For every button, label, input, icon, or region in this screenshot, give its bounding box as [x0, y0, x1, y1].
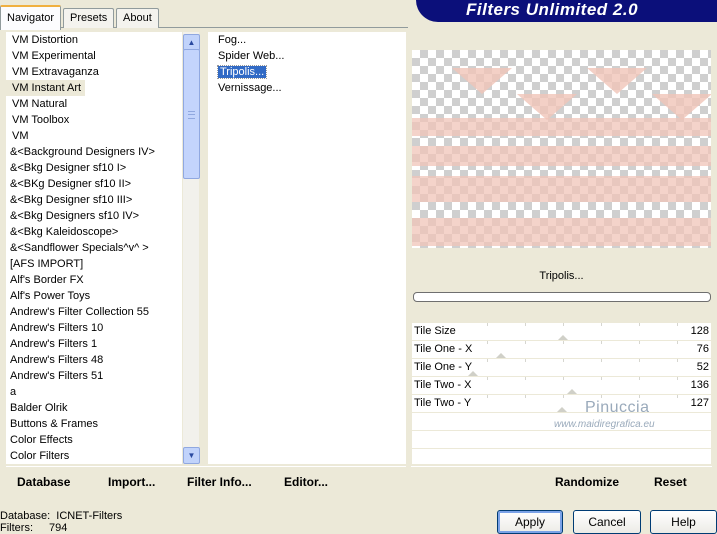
category-item[interactable]: Andrew's Filters 51 — [6, 368, 182, 384]
slider-tile-two-y[interactable]: Tile Two - Y 127 — [412, 394, 711, 414]
tab-strip-line — [0, 27, 408, 28]
preview-image — [412, 50, 711, 248]
category-item[interactable]: a — [6, 384, 182, 400]
title-banner: Filters Unlimited 2.0 — [416, 0, 717, 22]
slider-label: Tile One - Y — [414, 361, 473, 373]
slider-label: Tile Two - X — [414, 379, 472, 391]
filter-item[interactable]: Vernissage... — [208, 80, 406, 96]
filter-info-button[interactable]: Filter Info... — [187, 475, 252, 489]
category-item[interactable]: VM — [6, 128, 182, 144]
grip-icon — [188, 111, 195, 119]
category-item[interactable]: &<Bkg Designer sf10 III> — [6, 192, 182, 208]
filter-item[interactable]: Fog... — [208, 32, 406, 48]
slider-tile-one-y[interactable]: Tile One - Y 52 — [412, 358, 711, 378]
slider-value: 76 — [696, 343, 709, 355]
slider-value: 136 — [690, 379, 709, 391]
slider-value: 52 — [696, 361, 709, 373]
tab-navigator[interactable]: Navigator — [0, 5, 62, 30]
watermark-url: www.maidiregrafica.eu — [554, 419, 655, 430]
category-item[interactable]: Buttons & Frames — [6, 416, 182, 432]
current-filter-name: Tripolis... — [539, 270, 584, 282]
status-filters: Filters: 794 — [0, 522, 68, 534]
reset-button[interactable]: Reset — [654, 475, 687, 489]
slider-empty — [412, 430, 711, 448]
slider-value: 127 — [690, 397, 709, 409]
category-item[interactable]: Balder Olrik — [6, 400, 182, 416]
category-scrollbar[interactable]: ▲ ▼ — [183, 32, 200, 464]
filter-list[interactable]: Fog... Spider Web... Tripolis... Verniss… — [208, 32, 406, 464]
right-button-bar: Randomize Reset — [411, 466, 712, 493]
category-item[interactable]: Andrew's Filters 1 — [6, 336, 182, 352]
category-item[interactable]: Alf's Power Toys — [6, 288, 182, 304]
category-item[interactable]: Andrew's Filters 10 — [6, 320, 182, 336]
category-item[interactable]: VM Toolbox — [6, 112, 182, 128]
category-item[interactable]: VM Natural — [6, 96, 182, 112]
status-database: Database: ICNET-Filters — [0, 510, 123, 522]
slider-tile-two-x[interactable]: Tile Two - X 136 — [412, 376, 711, 396]
filter-item-selected[interactable]: Tripolis... — [208, 64, 406, 80]
slider-label: Tile Size — [414, 325, 456, 337]
progress-bar — [413, 292, 711, 302]
editor-button[interactable]: Editor... — [284, 475, 328, 489]
help-button[interactable]: Help — [650, 510, 717, 534]
scroll-thumb[interactable] — [183, 49, 200, 179]
left-button-bar: Database Import... Filter Info... Editor… — [6, 466, 406, 493]
import-button[interactable]: Import... — [108, 475, 155, 489]
slider-label: Tile One - X — [414, 343, 473, 355]
database-button[interactable]: Database — [17, 475, 70, 489]
cancel-button[interactable]: Cancel — [573, 510, 641, 534]
watermark-name: Pinuccia — [585, 399, 650, 416]
category-item[interactable]: &<Sandflower Specials^v^ > — [6, 240, 182, 256]
category-item[interactable]: Andrew's Filter Collection 55 — [6, 304, 182, 320]
category-item[interactable]: &<BKg Designer sf10 II> — [6, 176, 182, 192]
tab-presets[interactable]: Presets — [63, 8, 115, 28]
category-item[interactable]: &<Bkg Designer sf10 I> — [6, 160, 182, 176]
slider-empty — [412, 448, 711, 464]
category-item[interactable]: &<Background Designers IV> — [6, 144, 182, 160]
category-item[interactable]: VM Distortion — [6, 32, 182, 48]
scroll-down-icon[interactable]: ▼ — [183, 447, 200, 464]
apply-button[interactable]: Apply — [497, 510, 563, 534]
category-list[interactable]: VM Distortion VM Experimental VM Extrava… — [6, 32, 182, 464]
category-item[interactable]: Color Filters — [6, 448, 182, 464]
category-item[interactable]: Alf's Border FX — [6, 272, 182, 288]
category-item[interactable]: Color Effects — [6, 432, 182, 448]
category-item[interactable]: [AFS IMPORT] — [6, 256, 182, 272]
slider-tile-size[interactable]: Tile Size 128 — [412, 322, 711, 342]
banner-title: Filters Unlimited 2.0 — [466, 0, 639, 19]
category-item[interactable]: VM Experimental — [6, 48, 182, 64]
category-item[interactable]: &<Bkg Kaleidoscope> — [6, 224, 182, 240]
category-item[interactable]: VM Extravaganza — [6, 64, 182, 80]
slider-tile-one-x[interactable]: Tile One - X 76 — [412, 340, 711, 360]
slider-label: Tile Two - Y — [414, 397, 472, 409]
filter-item[interactable]: Spider Web... — [208, 48, 406, 64]
tab-about[interactable]: About — [116, 8, 159, 28]
randomize-button[interactable]: Randomize — [555, 475, 619, 489]
category-item[interactable]: Andrew's Filters 48 — [6, 352, 182, 368]
category-item-selected[interactable]: VM Instant Art — [6, 80, 86, 96]
category-item[interactable]: &<Bkg Designers sf10 IV> — [6, 208, 182, 224]
slider-value: 128 — [690, 325, 709, 337]
